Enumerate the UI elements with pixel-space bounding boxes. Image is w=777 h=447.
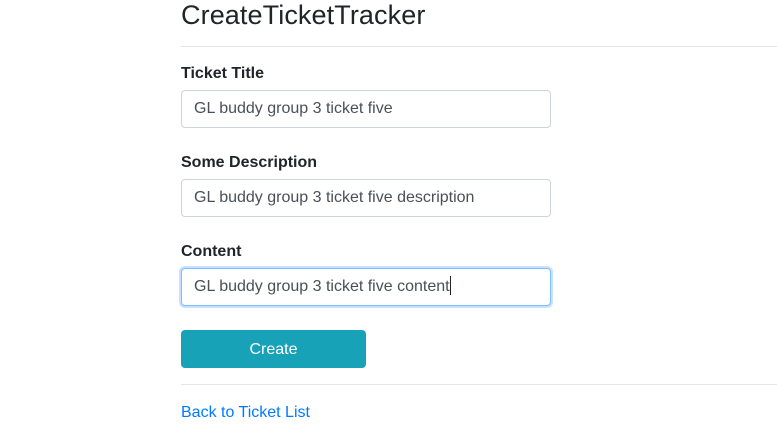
- page-title: CreateTicketTracker: [181, 0, 426, 30]
- content-value: GL buddy group 3 ticket five content: [194, 278, 450, 295]
- ticket-title-input[interactable]: GL buddy group 3 ticket five: [181, 90, 551, 128]
- title-divider: [181, 46, 777, 47]
- content-label: Content: [181, 243, 242, 260]
- ticket-title-label: Ticket Title: [181, 65, 264, 82]
- description-value: GL buddy group 3 ticket five description: [194, 189, 475, 206]
- back-to-ticket-list-link[interactable]: Back to Ticket List: [181, 403, 310, 423]
- description-label: Some Description: [181, 154, 318, 171]
- create-button[interactable]: Create: [181, 330, 366, 368]
- content-input[interactable]: GL buddy group 3 ticket five content: [181, 268, 551, 306]
- description-input[interactable]: GL buddy group 3 ticket five description: [181, 179, 551, 217]
- text-caret: [449, 276, 451, 295]
- footer-divider: [181, 384, 777, 385]
- create-ticket-page: CreateTicketTracker Ticket Title GL budd…: [0, 0, 777, 447]
- ticket-title-value: GL buddy group 3 ticket five: [194, 100, 393, 117]
